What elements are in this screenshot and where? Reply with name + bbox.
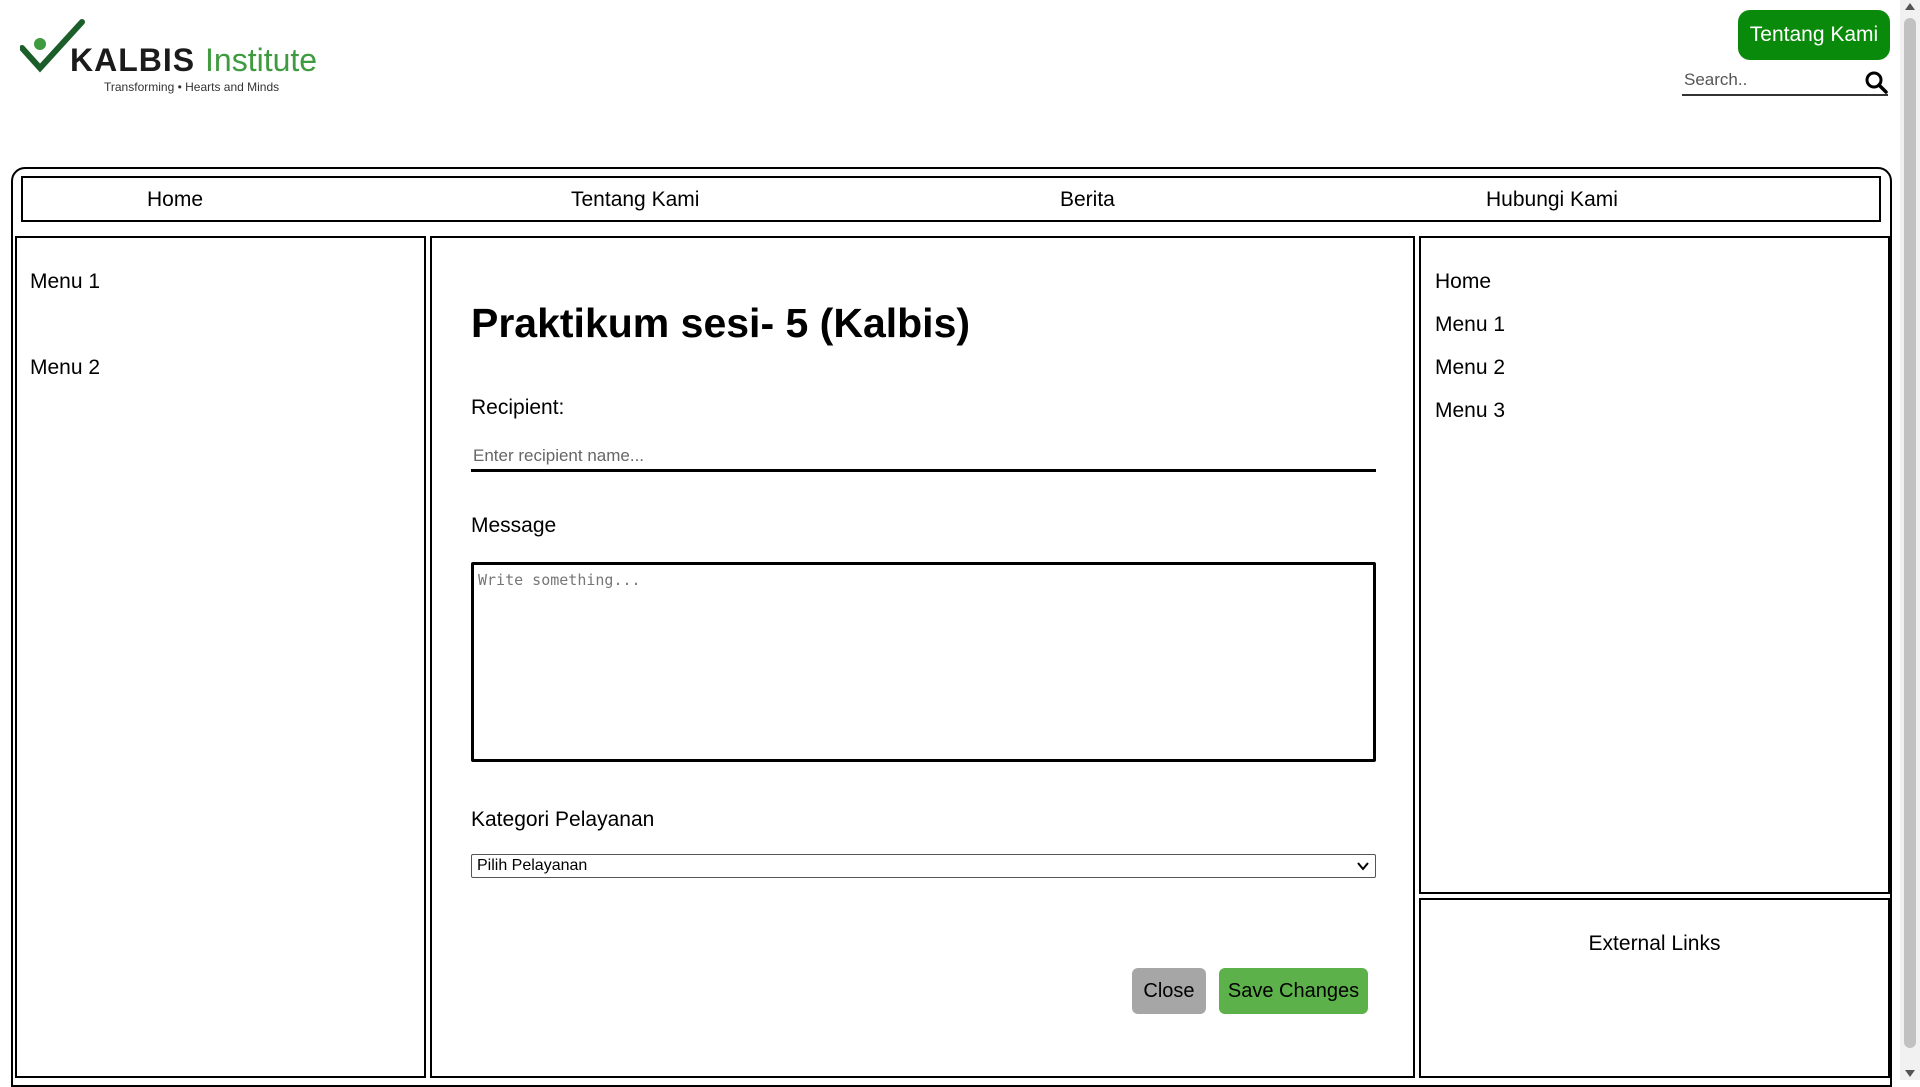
recipient-input[interactable] [471, 442, 1376, 472]
logo-suffix: Institute [205, 42, 318, 78]
scroll-down-icon[interactable] [1905, 1070, 1915, 1077]
logo-brand: KALBIS [70, 42, 196, 78]
scrollbar[interactable] [1900, 0, 1920, 1080]
main-content: Praktikum sesi- 5 (Kalbis) Recipient: Me… [430, 236, 1415, 1078]
message-textarea[interactable] [471, 562, 1376, 762]
search-icon[interactable] [1864, 70, 1888, 94]
nav-item-berita[interactable]: Berita [1060, 188, 1115, 212]
close-button[interactable]: Close [1132, 968, 1206, 1014]
category-selected-value: Pilih Pelayanan [477, 857, 588, 874]
category-label: Kategori Pelayanan [471, 808, 655, 831]
search-input[interactable] [1684, 70, 1854, 90]
logo-tagline: Transforming • Hearts and Minds [104, 80, 280, 94]
right-item-menu-1[interactable]: Menu 1 [1435, 313, 1505, 337]
sidebar-item-menu-1[interactable]: Menu 1 [30, 270, 100, 294]
external-links-title: External Links [1588, 932, 1721, 955]
chevron-down-icon [1357, 862, 1369, 871]
right-sidebar: Home Menu 1 Menu 2 Menu 3 [1419, 236, 1890, 894]
top-nav: Home Tentang Kami Berita Hubungi Kami [21, 176, 1881, 222]
page-title: Praktikum sesi- 5 (Kalbis) [471, 300, 971, 346]
recipient-label: Recipient: [471, 396, 565, 419]
left-sidebar: Menu 1 Menu 2 [15, 236, 426, 1078]
scroll-thumb[interactable] [1904, 18, 1916, 1048]
save-changes-button[interactable]: Save Changes [1219, 968, 1368, 1014]
sidebar-item-menu-2[interactable]: Menu 2 [30, 356, 100, 380]
nav-item-home[interactable]: Home [147, 188, 203, 212]
nav-item-tentang-kami[interactable]: Tentang Kami [571, 188, 699, 212]
category-select[interactable]: Pilih Pelayanan [471, 854, 1376, 878]
scroll-up-icon[interactable] [1905, 3, 1915, 10]
nav-item-hubungi-kami[interactable]: Hubungi Kami [1486, 188, 1618, 212]
about-button[interactable]: Tentang Kami [1738, 10, 1890, 60]
right-item-home[interactable]: Home [1435, 270, 1491, 294]
search-bar [1682, 68, 1888, 96]
message-label: Message [471, 514, 557, 537]
right-item-menu-2[interactable]: Menu 2 [1435, 356, 1505, 380]
right-item-menu-3[interactable]: Menu 3 [1435, 399, 1505, 423]
external-links-panel: External Links [1419, 898, 1890, 1078]
logo-text: KALBIS Institute [70, 42, 317, 79]
